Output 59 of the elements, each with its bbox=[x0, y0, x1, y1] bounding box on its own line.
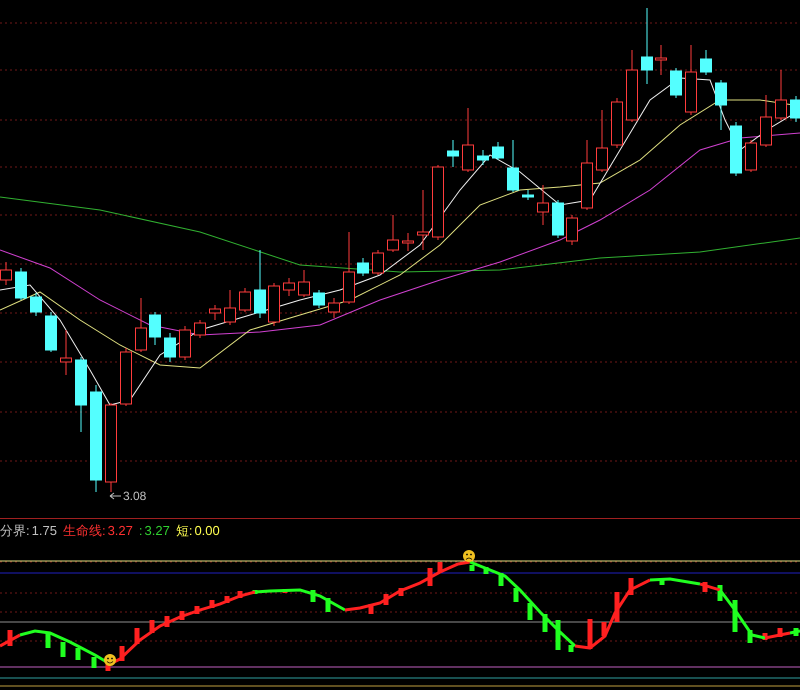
candlestick bbox=[730, 122, 742, 176]
candlestick bbox=[581, 140, 593, 210]
candlestick bbox=[700, 50, 712, 76]
legend-label: 短: bbox=[176, 522, 192, 540]
candlestick bbox=[179, 326, 191, 360]
candlestick bbox=[254, 250, 266, 318]
candlestick bbox=[760, 94, 772, 148]
candlestick bbox=[194, 320, 206, 338]
legend-value: 1.75 bbox=[32, 522, 57, 540]
candlestick bbox=[537, 184, 549, 226]
candlestick bbox=[507, 140, 519, 192]
legend-label: 生命线: bbox=[62, 522, 106, 540]
low-price-label: 3.08 bbox=[123, 489, 146, 503]
candlestick bbox=[0, 262, 12, 286]
candlestick bbox=[492, 142, 504, 160]
candlestick bbox=[283, 278, 295, 296]
candlestick bbox=[566, 214, 578, 246]
candlestick bbox=[357, 258, 369, 276]
candlestick bbox=[164, 332, 176, 362]
candlestick bbox=[149, 312, 161, 346]
legend-value: 0.00 bbox=[194, 522, 220, 540]
candlestick bbox=[715, 80, 727, 130]
legend-label: 分界: bbox=[0, 522, 30, 540]
candlestick bbox=[268, 282, 280, 326]
candlestick bbox=[298, 270, 310, 298]
legend-value: 3.27 bbox=[144, 522, 170, 540]
candlestick bbox=[209, 304, 221, 320]
candlestick bbox=[596, 110, 608, 172]
candlestick bbox=[45, 312, 57, 352]
candlestick bbox=[775, 70, 787, 120]
candlestick bbox=[387, 214, 399, 252]
candlestick bbox=[15, 268, 27, 300]
candlestick bbox=[239, 288, 251, 312]
candlestick bbox=[372, 250, 384, 276]
candlestick bbox=[313, 290, 325, 308]
candlestick bbox=[30, 292, 42, 316]
candlestick bbox=[462, 108, 474, 172]
candlestick bbox=[328, 298, 340, 318]
candlestick bbox=[120, 348, 132, 406]
candlestick bbox=[790, 96, 800, 122]
candlestick bbox=[745, 140, 757, 172]
candlestick bbox=[670, 68, 682, 98]
candlestick bbox=[477, 150, 489, 166]
candlestick bbox=[552, 200, 564, 238]
candlestick bbox=[135, 298, 147, 352]
candlestick bbox=[60, 330, 72, 376]
sad-face-icon bbox=[463, 550, 475, 562]
legend-label: : bbox=[138, 522, 142, 540]
candlestick bbox=[224, 290, 236, 326]
candlestick bbox=[417, 190, 429, 250]
arrow-icon bbox=[110, 492, 122, 500]
candlestick bbox=[655, 44, 667, 76]
candlestick bbox=[685, 44, 697, 116]
candlestick bbox=[611, 98, 623, 148]
candlestick bbox=[402, 232, 414, 252]
smiley-face-icon bbox=[104, 654, 116, 666]
candlestick bbox=[522, 190, 534, 200]
candlestick bbox=[447, 140, 459, 168]
legend-value: 3.27 bbox=[108, 522, 133, 540]
